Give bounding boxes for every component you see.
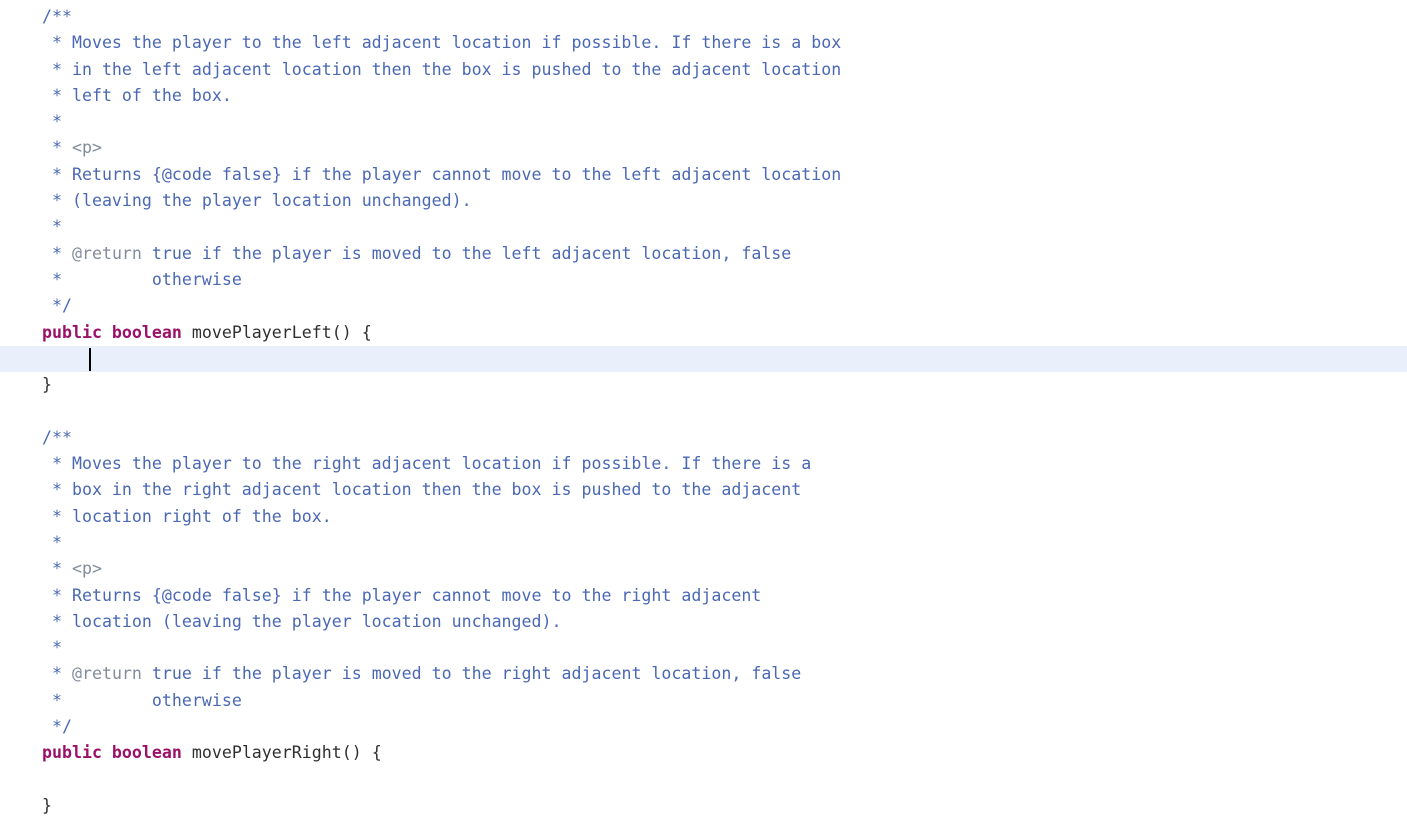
code-line[interactable]: * left of the box. — [0, 83, 1407, 109]
code-token-cmt: * — [42, 217, 62, 237]
code-line[interactable] — [0, 398, 1407, 424]
code-token-cmt: */ — [42, 296, 72, 316]
code-line[interactable]: * <p> — [0, 556, 1407, 582]
code-token-plain: movePlayerLeft() { — [181, 322, 372, 342]
code-token-cmt: * — [42, 638, 62, 658]
code-token-kw: public boolean — [42, 743, 182, 763]
code-line[interactable] — [0, 767, 1407, 793]
code-line[interactable]: * Returns {@code false} if the player ca… — [0, 162, 1407, 188]
code-token-cmt: * — [42, 559, 72, 579]
code-token-cmt: * — [42, 532, 62, 552]
code-line[interactable]: * @return true if the player is moved to… — [0, 241, 1407, 267]
code-token-kw: public boolean — [42, 322, 182, 342]
code-line[interactable]: /** — [0, 425, 1407, 451]
code-token-plain: } — [42, 375, 52, 395]
code-token-cmt: * location (leaving the player location … — [42, 611, 562, 631]
code-line[interactable]: * location (leaving the player location … — [0, 609, 1407, 635]
code-token-cmt: * otherwise — [42, 690, 242, 710]
code-token-plain: } — [42, 795, 52, 815]
code-token-cmt: * location right of the box. — [42, 506, 332, 526]
code-token-cmt: * otherwise — [42, 269, 242, 289]
code-text-area[interactable]: /** * Moves the player to the left adjac… — [0, 4, 1407, 819]
code-token-cmt: * (leaving the player location unchanged… — [42, 191, 472, 211]
code-line[interactable]: * Moves the player to the left adjacent … — [0, 30, 1407, 56]
code-token-cmt: true if the player is moved to the right… — [141, 664, 802, 684]
code-line[interactable]: * (leaving the player location unchanged… — [0, 188, 1407, 214]
code-line[interactable]: * Returns {@code false} if the player ca… — [0, 583, 1407, 609]
code-token-cmt: * Returns {@code false} if the player ca… — [42, 585, 762, 605]
code-line[interactable]: /** — [0, 4, 1407, 30]
code-token-cmt-tag: <p> — [71, 559, 102, 579]
code-line[interactable]: } — [0, 793, 1407, 819]
code-line[interactable]: */ — [0, 293, 1407, 319]
code-token-cmt-tag: <p> — [71, 138, 102, 158]
code-token-cmt: * — [42, 112, 62, 132]
code-line[interactable]: * — [0, 214, 1407, 240]
code-line[interactable]: * @return true if the player is moved to… — [0, 661, 1407, 687]
code-line[interactable]: public boolean movePlayerRight() { — [0, 740, 1407, 766]
code-line-current[interactable] — [0, 345, 1407, 373]
code-token-cmt: * in the left adjacent location then the… — [42, 59, 842, 79]
code-line[interactable]: * — [0, 530, 1407, 556]
code-token-cmt: * — [42, 664, 72, 684]
code-token-cmt-tag: @return — [71, 243, 142, 263]
code-line[interactable]: * <p> — [0, 135, 1407, 161]
code-line[interactable]: * Moves the player to the right adjacent… — [0, 451, 1407, 477]
code-token-cmt-tag: @return — [71, 664, 142, 684]
code-line[interactable]: */ — [0, 714, 1407, 740]
code-line[interactable]: public boolean movePlayerLeft() { — [0, 320, 1407, 346]
code-token-cmt: * box in the right adjacent location the… — [42, 480, 802, 500]
code-token-cmt: /** — [42, 7, 72, 26]
code-editor-surface[interactable]: /** * Moves the player to the left adjac… — [0, 0, 1407, 825]
code-line[interactable]: * otherwise — [0, 688, 1407, 714]
code-token-cmt: */ — [42, 717, 72, 737]
code-line[interactable]: * location right of the box. — [0, 504, 1407, 530]
code-line[interactable]: * — [0, 109, 1407, 135]
code-token-cmt: * Returns {@code false} if the player ca… — [42, 164, 842, 184]
code-token-cmt: * — [42, 243, 72, 263]
code-line[interactable]: * box in the right adjacent location the… — [0, 477, 1407, 503]
code-token-cmt: * Moves the player to the left adjacent … — [42, 33, 842, 53]
code-token-plain: movePlayerRight() { — [181, 743, 382, 763]
code-line[interactable]: * in the left adjacent location then the… — [0, 57, 1407, 83]
code-token-cmt: * left of the box. — [42, 85, 232, 105]
code-line[interactable]: * — [0, 635, 1407, 661]
code-token-cmt: * — [42, 138, 72, 158]
code-token-cmt: /** — [42, 427, 72, 447]
text-caret — [89, 347, 92, 371]
code-token-cmt: * Moves the player to the right adjacent… — [42, 454, 812, 474]
code-line[interactable]: * otherwise — [0, 267, 1407, 293]
code-line[interactable]: } — [0, 372, 1407, 398]
code-token-cmt: true if the player is moved to the left … — [141, 243, 792, 263]
